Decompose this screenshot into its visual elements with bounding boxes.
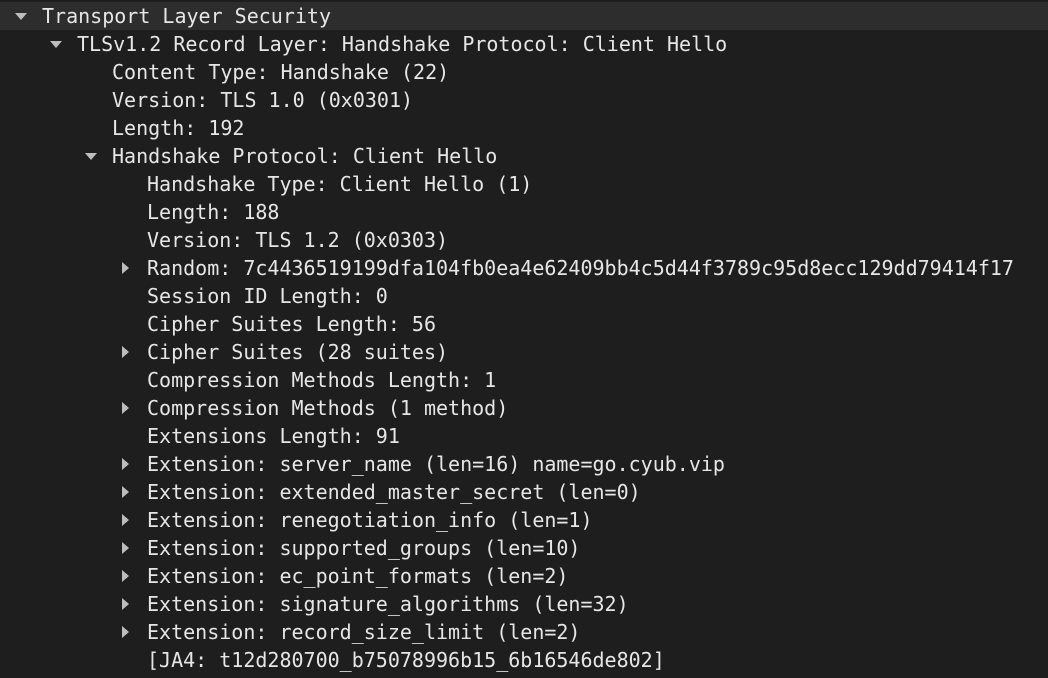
tree-row[interactable]: TLSv1.2 Record Layer: Handshake Protocol… [0, 30, 1048, 58]
tree-row[interactable]: Handshake Protocol: Client Hello [0, 142, 1048, 170]
tree-row-label: Session ID Length: 0 [147, 284, 388, 308]
tree-row-label: Extension: server_name (len=16) name=go.… [147, 452, 725, 476]
tree-row-label: Content Type: Handshake (22) [112, 60, 450, 84]
tree-row[interactable]: [JA4: t12d280700_b75078996b15_6b16546de8… [0, 646, 1048, 674]
tree-row-label: Cipher Suites (28 suites) [147, 340, 449, 364]
tree-row[interactable]: Extensions Length: 91 [0, 422, 1048, 450]
tree-row-label: Cipher Suites Length: 56 [147, 312, 436, 336]
tree-row-label: Extension: record_size_limit (len=2) [147, 620, 581, 644]
tree-row-label: Extension: ec_point_formats (len=2) [147, 564, 569, 588]
tree-row-label: Compression Methods Length: 1 [147, 368, 497, 392]
chevron-right-icon[interactable] [118, 534, 134, 562]
tree-row[interactable]: Extension: supported_groups (len=10) [0, 534, 1048, 562]
tree-row[interactable]: Handshake Type: Client Hello (1) [0, 170, 1048, 198]
chevron-right-icon[interactable] [118, 506, 134, 534]
tree-row-label: Version: TLS 1.0 (0x0301) [112, 88, 414, 112]
tree-row-label: Compression Methods (1 method) [147, 396, 509, 420]
tree-row-label: Version: TLS 1.2 (0x0303) [147, 228, 449, 252]
tree-row[interactable]: Extension: ec_point_formats (len=2) [0, 562, 1048, 590]
tree-row-label: Random: 7c4436519199dfa104fb0ea4e62409bb… [147, 256, 1014, 280]
tree-row-label: Extension: extended_master_secret (len=0… [147, 480, 641, 504]
tree-row[interactable]: Cipher Suites Length: 56 [0, 310, 1048, 338]
tree-row[interactable]: Extension: signature_algorithms (len=32) [0, 590, 1048, 618]
chevron-right-icon[interactable] [118, 618, 134, 646]
tree-row-label: Handshake Type: Client Hello (1) [147, 172, 533, 196]
tree-row-label: Extension: signature_algorithms (len=32) [147, 592, 629, 616]
tree-row[interactable]: Content Type: Handshake (22) [0, 58, 1048, 86]
chevron-right-icon[interactable] [118, 450, 134, 478]
chevron-right-icon[interactable] [118, 478, 134, 506]
chevron-right-icon[interactable] [118, 562, 134, 590]
tree-row-label: TLSv1.2 Record Layer: Handshake Protocol… [77, 32, 728, 56]
chevron-right-icon[interactable] [118, 254, 134, 282]
chevron-right-icon[interactable] [118, 590, 134, 618]
tree-row-label: Extension: supported_groups (len=10) [147, 536, 581, 560]
chevron-right-icon[interactable] [118, 394, 134, 422]
tree-row[interactable]: Extension: extended_master_secret (len=0… [0, 478, 1048, 506]
tree-row[interactable]: Extension: record_size_limit (len=2) [0, 618, 1048, 646]
chevron-right-icon[interactable] [118, 338, 134, 366]
tree-row-label: Length: 188 [147, 200, 280, 224]
tree-row-label: Handshake Protocol: Client Hello [112, 144, 498, 168]
tree-row[interactable]: Version: TLS 1.0 (0x0301) [0, 86, 1048, 114]
tree-row[interactable]: Extension: server_name (len=16) name=go.… [0, 450, 1048, 478]
tree-row[interactable]: Extension: renegotiation_info (len=1) [0, 506, 1048, 534]
tree-row[interactable]: Compression Methods Length: 1 [0, 366, 1048, 394]
tree-row-label: Transport Layer Security [42, 4, 331, 28]
tree-row-label: Extensions Length: 91 [147, 424, 400, 448]
tree-row[interactable]: Compression Methods (1 method) [0, 394, 1048, 422]
tree-row[interactable]: Random: 7c4436519199dfa104fb0ea4e62409bb… [0, 254, 1048, 282]
tree-row[interactable]: Session ID Length: 0 [0, 282, 1048, 310]
chevron-down-icon[interactable] [48, 30, 64, 58]
packet-details-tree: Transport Layer Security TLSv1.2 Record L… [0, 2, 1048, 674]
tree-row[interactable]: Version: TLS 1.2 (0x0303) [0, 226, 1048, 254]
tree-row[interactable]: Cipher Suites (28 suites) [0, 338, 1048, 366]
tree-row-label: Length: 192 [112, 116, 245, 140]
tree-row[interactable]: Length: 188 [0, 198, 1048, 226]
tree-row-label: Extension: renegotiation_info (len=1) [147, 508, 593, 532]
tree-row-label: [JA4: t12d280700_b75078996b15_6b16546de8… [147, 648, 665, 672]
chevron-down-icon[interactable] [83, 142, 99, 170]
tree-row[interactable]: Transport Layer Security [0, 2, 1048, 30]
tree-row[interactable]: Length: 192 [0, 114, 1048, 142]
chevron-down-icon[interactable] [13, 2, 29, 30]
